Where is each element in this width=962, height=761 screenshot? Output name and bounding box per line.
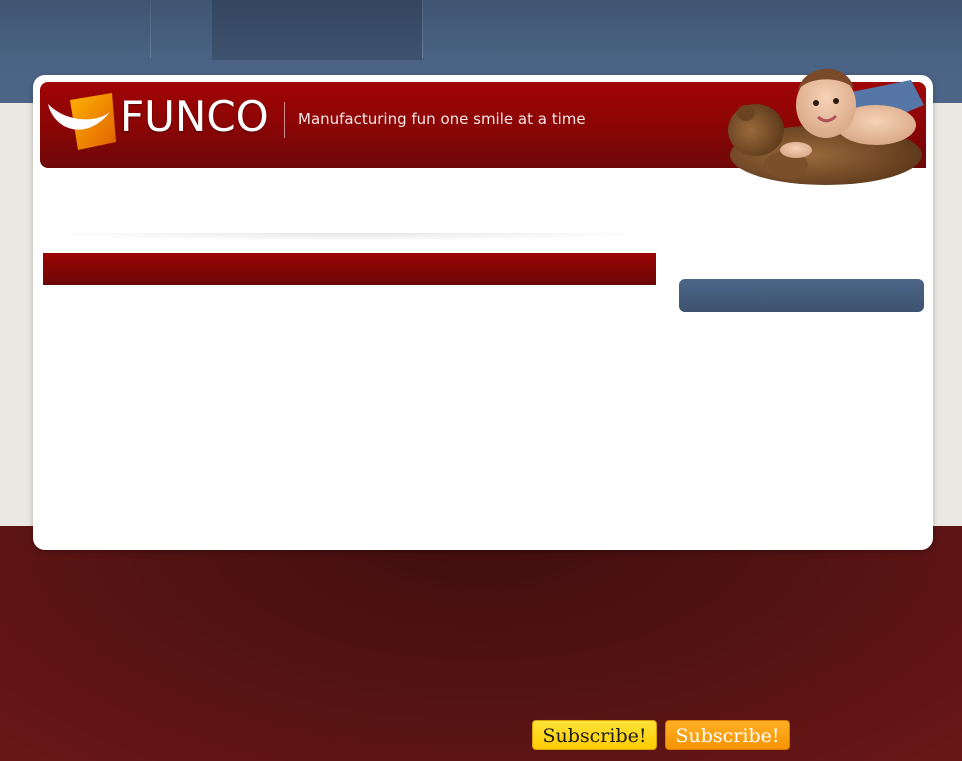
- subscribe-button-orange[interactable]: Subscribe!: [665, 720, 790, 750]
- nav-item-1[interactable]: [0, 0, 150, 58]
- header-divider: [284, 102, 285, 138]
- nav-item-active[interactable]: [212, 0, 422, 60]
- brand-name[interactable]: FUNCO: [120, 94, 269, 140]
- main-content-title-bar: [43, 253, 656, 285]
- nav-divider: [422, 0, 423, 58]
- sidebar-title-bar: [679, 279, 924, 312]
- subscribe-button-yellow[interactable]: Subscribe!: [532, 720, 657, 750]
- baby-with-teddy-bear-image: [728, 68, 924, 185]
- site-tagline: Manufacturing fun one smile at a time: [298, 110, 586, 128]
- nav-item-2[interactable]: [151, 0, 212, 58]
- content-divider-shadow: [43, 233, 656, 241]
- smile-logo-icon[interactable]: [46, 90, 116, 150]
- footer-area: [0, 526, 962, 761]
